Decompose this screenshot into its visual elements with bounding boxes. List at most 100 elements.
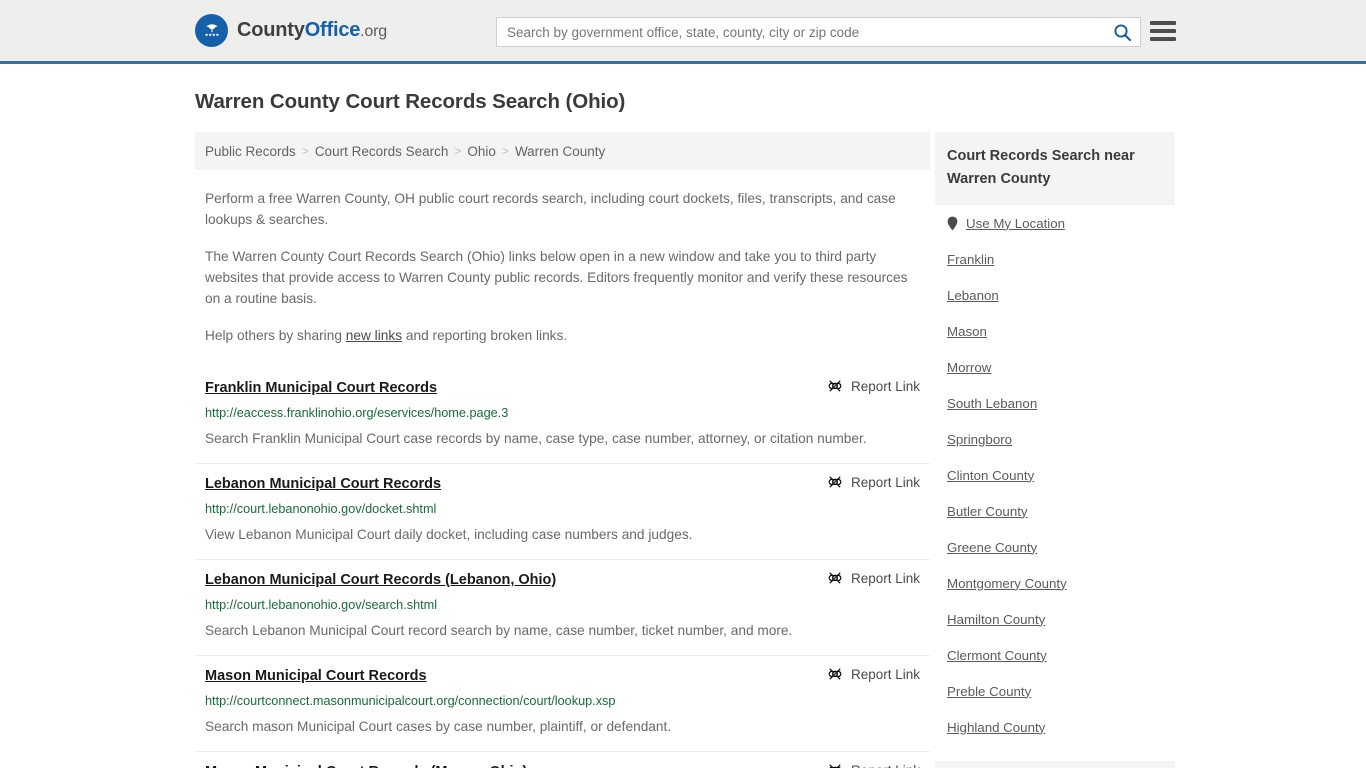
sidebar-link[interactable]: Lebanon	[947, 288, 999, 303]
result-title-link[interactable]: Mason Municipal Court Records (Mason, Oh…	[205, 762, 527, 768]
sidebar-item-franklin[interactable]: Franklin	[947, 241, 1163, 277]
sidebar-link[interactable]: Montgomery County	[947, 576, 1067, 591]
result-item: Mason Municipal Court Records Report Lin…	[195, 656, 930, 752]
result-header: Lebanon Municipal Court Records (Lebanon…	[205, 570, 920, 590]
sidebar-item-greene-county[interactable]: Greene County	[947, 529, 1163, 565]
eagle-seal-icon	[195, 14, 228, 47]
report-link-button[interactable]: Report Link	[827, 570, 920, 586]
page-body: Warren County Court Records Search (Ohio…	[0, 90, 1366, 768]
result-title-link[interactable]: Lebanon Municipal Court Records	[205, 474, 441, 494]
result-url: http://eaccess.franklinohio.org/eservice…	[205, 406, 509, 420]
sidebar-link[interactable]: Clinton County	[947, 468, 1034, 483]
logo-text-org: .org	[360, 23, 387, 40]
breadcrumb-separator: >	[501, 144, 509, 158]
sidebar-item-highland-county[interactable]: Highland County	[947, 709, 1163, 745]
report-link-label: Report Link	[851, 763, 920, 768]
sidebar-links: Use My Location Franklin Lebanon Mason M…	[935, 205, 1175, 745]
main-column: Public Records > Court Records Search > …	[195, 132, 930, 768]
content-columns: Public Records > Court Records Search > …	[0, 132, 1366, 768]
sidebar-item-butler-county[interactable]: Butler County	[947, 493, 1163, 529]
sidebar-item-springboro[interactable]: Springboro	[947, 421, 1163, 457]
breadcrumb-item-warren-county[interactable]: Warren County	[515, 144, 605, 159]
nearby-search-panel: Court Records Search near Warren County …	[935, 132, 1175, 745]
hamburger-bar	[1150, 29, 1176, 33]
search-icon	[1113, 23, 1132, 42]
sidebar: Court Records Search near Warren County …	[935, 132, 1175, 768]
result-description: Search Lebanon Municipal Court record se…	[205, 623, 793, 638]
sidebar-link[interactable]: Butler County	[947, 504, 1028, 519]
search-input[interactable]	[497, 18, 1104, 46]
hamburger-menu-icon[interactable]	[1150, 18, 1176, 44]
breadcrumb: Public Records > Court Records Search > …	[195, 132, 930, 170]
result-title-link[interactable]: Lebanon Municipal Court Records (Lebanon…	[205, 570, 556, 590]
sidebar-link[interactable]: Clermont County	[947, 648, 1047, 663]
result-title-link[interactable]: Mason Municipal Court Records	[205, 666, 427, 686]
logo-wordmark: CountyOffice.org	[237, 19, 387, 42]
sidebar-link[interactable]: South Lebanon	[947, 396, 1037, 411]
result-title-link[interactable]: Franklin Municipal Court Records	[205, 378, 437, 398]
results-list: Franklin Municipal Court Records Report …	[195, 368, 930, 768]
report-link-button[interactable]: Report Link	[827, 474, 920, 490]
logo-text-county: County	[237, 19, 305, 41]
sidebar-item-mason[interactable]: Mason	[947, 313, 1163, 349]
sidebar-item-use-my-location[interactable]: Use My Location	[947, 205, 1163, 241]
report-link-button[interactable]: Report Link	[827, 666, 920, 682]
sidebar-link[interactable]: Preble County	[947, 684, 1031, 699]
broken-link-icon	[827, 570, 843, 586]
report-link-label: Report Link	[850, 378, 920, 394]
hamburger-bar	[1150, 37, 1176, 41]
result-header: Mason Municipal Court Records (Mason, Oh…	[205, 762, 920, 768]
sidebar-link[interactable]: Springboro	[947, 432, 1012, 447]
sidebar-item-preble-county[interactable]: Preble County	[947, 673, 1163, 709]
sidebar-item-lebanon[interactable]: Lebanon	[947, 277, 1163, 313]
search-bar[interactable]	[496, 17, 1141, 47]
sidebar-link[interactable]: Franklin	[947, 252, 994, 267]
broken-link-icon	[827, 378, 843, 394]
result-description: View Lebanon Municipal Court daily docke…	[205, 527, 693, 542]
sidebar-link[interactable]: Morrow	[947, 360, 991, 375]
search-button[interactable]	[1104, 18, 1140, 46]
use-my-location-link[interactable]: Use My Location	[966, 216, 1065, 231]
sidebar-link[interactable]: Mason	[947, 324, 987, 339]
result-url: http://court.lebanonohio.gov/docket.shtm…	[205, 502, 437, 516]
intro-section: Perform a free Warren County, OH public …	[195, 188, 930, 346]
intro-paragraph-1: Perform a free Warren County, OH public …	[205, 191, 896, 227]
report-link-button[interactable]: Report Link	[827, 378, 920, 394]
hamburger-bar	[1150, 21, 1176, 25]
sidebar-item-clinton-county[interactable]: Clinton County	[947, 457, 1163, 493]
report-link-label: Report Link	[850, 666, 920, 682]
result-description: Search mason Municipal Court cases by ca…	[205, 719, 672, 734]
broken-link-icon	[827, 474, 843, 490]
sidebar-item-montgomery-county[interactable]: Montgomery County	[947, 565, 1163, 601]
intro-paragraph-2: The Warren County Court Records Search (…	[205, 249, 908, 306]
breadcrumb-item-public-records[interactable]: Public Records	[205, 144, 296, 159]
result-item: Lebanon Municipal Court Records (Lebanon…	[195, 560, 930, 656]
logo-text-office: Office	[304, 19, 361, 41]
breadcrumb-separator: >	[454, 144, 462, 158]
result-url: http://courtconnect.masonmunicipalcourt.…	[205, 694, 616, 708]
site-logo[interactable]: CountyOffice.org	[195, 14, 387, 47]
result-item: Franklin Municipal Court Records Report …	[195, 368, 930, 464]
map-pin-icon	[947, 216, 958, 231]
intro-p3-before: Help others by sharing	[205, 328, 346, 343]
intro-p3-after: and reporting broken links.	[402, 328, 568, 343]
sidebar-item-hamilton-county[interactable]: Hamilton County	[947, 601, 1163, 637]
report-link-label: Report Link	[850, 474, 920, 490]
sidebar-item-morrow[interactable]: Morrow	[947, 349, 1163, 385]
result-item: Mason Municipal Court Records (Mason, Oh…	[195, 752, 930, 768]
sidebar-item-clermont-county[interactable]: Clermont County	[947, 637, 1163, 673]
report-link-button[interactable]: Report Link	[827, 762, 920, 768]
sidebar-link[interactable]: Highland County	[947, 720, 1045, 735]
sidebar-item-south-lebanon[interactable]: South Lebanon	[947, 385, 1163, 421]
result-header: Mason Municipal Court Records Report Lin…	[205, 666, 920, 686]
breadcrumb-item-court-records-search[interactable]: Court Records Search	[315, 144, 449, 159]
sidebar-link[interactable]: Greene County	[947, 540, 1037, 555]
breadcrumb-separator: >	[301, 144, 309, 158]
new-links-link[interactable]: new links	[346, 328, 402, 343]
sidebar-second-panel-title: Warren County Public	[935, 761, 1175, 768]
sidebar-panel-title: Court Records Search near Warren County	[935, 132, 1175, 205]
breadcrumb-item-ohio[interactable]: Ohio	[467, 144, 496, 159]
sidebar-link[interactable]: Hamilton County	[947, 612, 1045, 627]
result-description: Search Franklin Municipal Court case rec…	[205, 431, 867, 446]
site-header: CountyOffice.org	[0, 0, 1366, 64]
